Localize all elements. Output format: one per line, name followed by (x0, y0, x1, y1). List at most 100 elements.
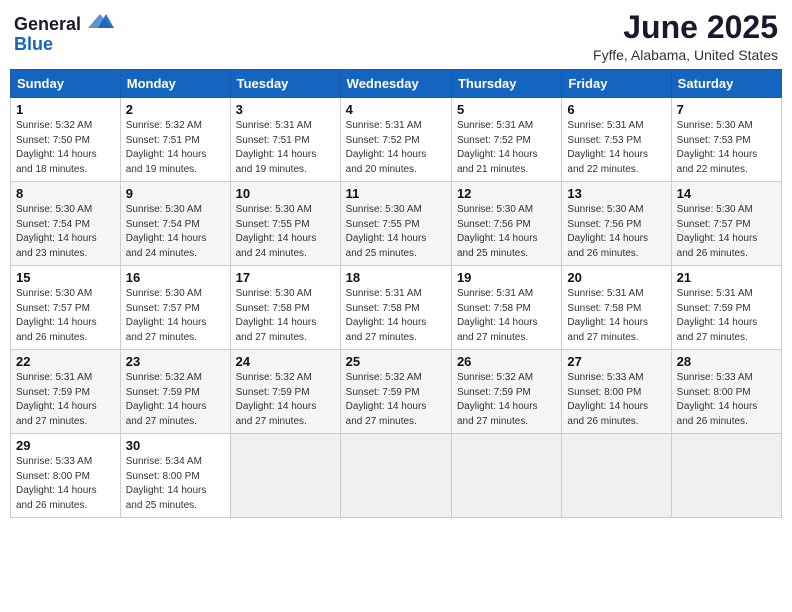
logo-icon (86, 12, 114, 30)
day-number: 7 (677, 102, 776, 117)
day-number: 24 (236, 354, 335, 369)
calendar-day-cell: 13 Sunrise: 5:30 AMSunset: 7:56 PMDayligh… (562, 182, 671, 266)
calendar-day-cell: 24 Sunrise: 5:32 AMSunset: 7:59 PMDayligh… (230, 350, 340, 434)
calendar-day-cell: 21 Sunrise: 5:31 AMSunset: 7:59 PMDayligh… (671, 266, 781, 350)
calendar-day-cell: 12 Sunrise: 5:30 AMSunset: 7:56 PMDayligh… (451, 182, 561, 266)
calendar-day-cell: 29Sunrise: 5:33 AMSunset: 8:00 PMDayligh… (11, 434, 121, 518)
calendar-day-cell: 28Sunrise: 5:33 AMSunset: 8:00 PMDayligh… (671, 350, 781, 434)
day-number: 22 (16, 354, 115, 369)
day-number: 6 (567, 102, 665, 117)
day-number: 30 (126, 438, 225, 453)
calendar-header-row: SundayMondayTuesdayWednesdayThursdayFrid… (11, 70, 782, 98)
calendar-day-cell: 16 Sunrise: 5:30 AMSunset: 7:57 PMDayligh… (120, 266, 230, 350)
day-info: Sunrise: 5:33 AMSunset: 8:00 PMDaylight:… (16, 455, 115, 513)
weekday-header-thursday: Thursday (451, 70, 561, 98)
calendar-day-cell: 17Sunrise: 5:30 AMSunset: 7:58 PMDayligh… (230, 266, 340, 350)
day-number: 13 (567, 186, 665, 201)
day-info: Sunrise: 5:30 AMSunset: 7:54 PMDaylight:… (126, 203, 225, 261)
title-block: June 2025 Fyffe, Alabama, United States (593, 10, 778, 63)
day-info: Sunrise: 5:31 AMSunset: 7:52 PMDaylight:… (346, 119, 446, 177)
day-info: Sunrise: 5:32 AMSunset: 7:50 PMDaylight:… (16, 119, 115, 177)
calendar-day-cell: 5Sunrise: 5:31 AMSunset: 7:52 PMDaylight… (451, 98, 561, 182)
logo-blue-text: Blue (14, 35, 53, 53)
day-number: 2 (126, 102, 225, 117)
day-info: Sunrise: 5:31 AMSunset: 7:58 PMDaylight:… (567, 287, 665, 345)
day-info: Sunrise: 5:30 AMSunset: 7:54 PMDaylight:… (16, 203, 115, 261)
day-info: Sunrise: 5:31 AMSunset: 7:59 PMDaylight:… (677, 287, 776, 345)
day-info: Sunrise: 5:30 AMSunset: 7:57 PMDaylight:… (677, 203, 776, 261)
day-number: 28 (677, 354, 776, 369)
calendar-day-cell: 4 Sunrise: 5:31 AMSunset: 7:52 PMDaylight… (340, 98, 451, 182)
day-number: 21 (677, 270, 776, 285)
day-info: Sunrise: 5:30 AMSunset: 7:56 PMDaylight:… (567, 203, 665, 261)
day-info: Sunrise: 5:32 AMSunset: 7:59 PMDaylight:… (236, 371, 335, 429)
day-number: 3 (236, 102, 335, 117)
calendar-day-cell: 10 Sunrise: 5:30 AMSunset: 7:55 PMDayligh… (230, 182, 340, 266)
calendar-week-row: 22 Sunrise: 5:31 AMSunset: 7:59 PMDayligh… (11, 350, 782, 434)
day-info: Sunrise: 5:32 AMSunset: 7:59 PMDaylight:… (457, 371, 556, 429)
weekday-header-wednesday: Wednesday (340, 70, 451, 98)
calendar-day-cell: 6 Sunrise: 5:31 AMSunset: 7:53 PMDaylight… (562, 98, 671, 182)
calendar-day-cell: 2Sunrise: 5:32 AMSunset: 7:51 PMDaylight… (120, 98, 230, 182)
day-info: Sunrise: 5:30 AMSunset: 7:55 PMDaylight:… (236, 203, 335, 261)
calendar-table: SundayMondayTuesdayWednesdayThursdayFrid… (10, 69, 782, 518)
day-number: 14 (677, 186, 776, 201)
calendar-day-cell (451, 434, 561, 518)
weekday-header-friday: Friday (562, 70, 671, 98)
calendar-day-cell: 18 Sunrise: 5:31 AMSunset: 7:58 PMDayligh… (340, 266, 451, 350)
day-info: Sunrise: 5:32 AMSunset: 7:59 PMDaylight:… (346, 371, 446, 429)
page-header: General Blue June 2025 Fyffe, Alabama, U… (10, 10, 782, 63)
calendar-week-row: 15 Sunrise: 5:30 AMSunset: 7:57 PMDayligh… (11, 266, 782, 350)
month-title: June 2025 (593, 10, 778, 45)
day-number: 18 (346, 270, 446, 285)
calendar-day-cell: 30 Sunrise: 5:34 AMSunset: 8:00 PMDayligh… (120, 434, 230, 518)
day-number: 25 (346, 354, 446, 369)
day-info: Sunrise: 5:31 AMSunset: 7:58 PMDaylight:… (346, 287, 446, 345)
day-info: Sunrise: 5:34 AMSunset: 8:00 PMDaylight:… (126, 455, 225, 513)
day-number: 12 (457, 186, 556, 201)
calendar-day-cell: 22 Sunrise: 5:31 AMSunset: 7:59 PMDayligh… (11, 350, 121, 434)
day-number: 5 (457, 102, 556, 117)
calendar-day-cell (671, 434, 781, 518)
day-number: 20 (567, 270, 665, 285)
day-info: Sunrise: 5:30 AMSunset: 7:56 PMDaylight:… (457, 203, 556, 261)
calendar-day-cell: 3 Sunrise: 5:31 AMSunset: 7:51 PMDaylight… (230, 98, 340, 182)
calendar-day-cell: 14 Sunrise: 5:30 AMSunset: 7:57 PMDayligh… (671, 182, 781, 266)
day-number: 26 (457, 354, 556, 369)
day-info: Sunrise: 5:31 AMSunset: 7:53 PMDaylight:… (567, 119, 665, 177)
day-number: 23 (126, 354, 225, 369)
day-number: 16 (126, 270, 225, 285)
day-info: Sunrise: 5:33 AMSunset: 8:00 PMDaylight:… (567, 371, 665, 429)
location-title: Fyffe, Alabama, United States (593, 47, 778, 63)
day-info: Sunrise: 5:31 AMSunset: 7:59 PMDaylight:… (16, 371, 115, 429)
calendar-day-cell: 20 Sunrise: 5:31 AMSunset: 7:58 PMDayligh… (562, 266, 671, 350)
calendar-day-cell: 7 Sunrise: 5:30 AMSunset: 7:53 PMDaylight… (671, 98, 781, 182)
calendar-day-cell: 8 Sunrise: 5:30 AMSunset: 7:54 PMDaylight… (11, 182, 121, 266)
day-info: Sunrise: 5:30 AMSunset: 7:58 PMDaylight:… (236, 287, 335, 345)
day-number: 19 (457, 270, 556, 285)
weekday-header-monday: Monday (120, 70, 230, 98)
day-number: 4 (346, 102, 446, 117)
calendar-day-cell: 25 Sunrise: 5:32 AMSunset: 7:59 PMDayligh… (340, 350, 451, 434)
day-number: 15 (16, 270, 115, 285)
day-number: 1 (16, 102, 115, 117)
logo: General Blue (14, 10, 114, 53)
logo-general-text: General (14, 14, 81, 34)
calendar-day-cell: 26 Sunrise: 5:32 AMSunset: 7:59 PMDayligh… (451, 350, 561, 434)
day-info: Sunrise: 5:30 AMSunset: 7:53 PMDaylight:… (677, 119, 776, 177)
day-info: Sunrise: 5:30 AMSunset: 7:55 PMDaylight:… (346, 203, 446, 261)
day-info: Sunrise: 5:32 AMSunset: 7:59 PMDaylight:… (126, 371, 225, 429)
day-number: 8 (16, 186, 115, 201)
day-info: Sunrise: 5:30 AMSunset: 7:57 PMDaylight:… (126, 287, 225, 345)
calendar-day-cell: 15Sunrise: 5:30 AMSunset: 7:57 PMDayligh… (11, 266, 121, 350)
day-info: Sunrise: 5:31 AMSunset: 7:51 PMDaylight:… (236, 119, 335, 177)
calendar-day-cell: 11 Sunrise: 5:30 AMSunset: 7:55 PMDayligh… (340, 182, 451, 266)
calendar-day-cell: 9 Sunrise: 5:30 AMSunset: 7:54 PMDaylight… (120, 182, 230, 266)
day-number: 10 (236, 186, 335, 201)
calendar-week-row: 29Sunrise: 5:33 AMSunset: 8:00 PMDayligh… (11, 434, 782, 518)
weekday-header-tuesday: Tuesday (230, 70, 340, 98)
day-number: 11 (346, 186, 446, 201)
calendar-day-cell: 27Sunrise: 5:33 AMSunset: 8:00 PMDayligh… (562, 350, 671, 434)
day-number: 9 (126, 186, 225, 201)
calendar-week-row: 8 Sunrise: 5:30 AMSunset: 7:54 PMDaylight… (11, 182, 782, 266)
